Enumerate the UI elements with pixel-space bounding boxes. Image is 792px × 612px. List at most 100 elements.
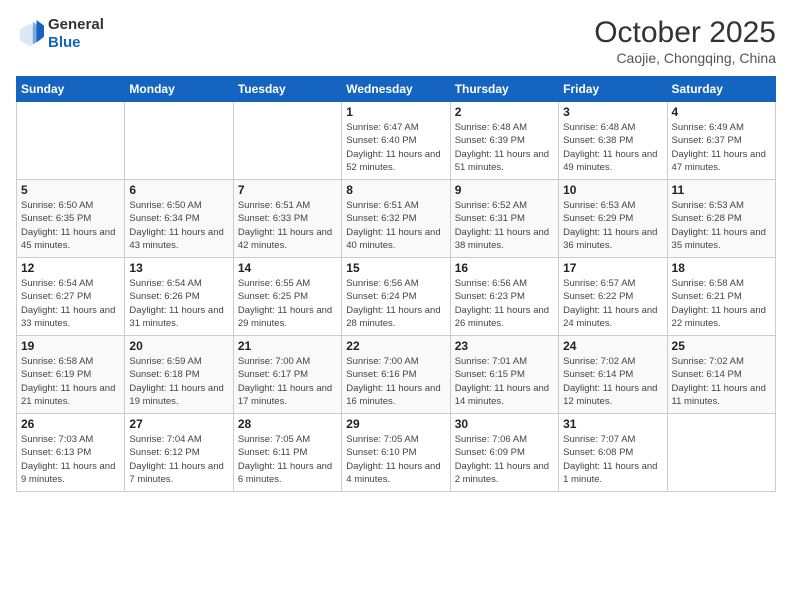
day-cell: 22 Sunrise: 7:00 AM Sunset: 6:16 PM Dayli… — [342, 336, 450, 414]
day-info: Sunrise: 6:50 AM Sunset: 6:34 PM Dayligh… — [129, 199, 228, 252]
day-info: Sunrise: 6:52 AM Sunset: 6:31 PM Dayligh… — [455, 199, 554, 252]
logo: General Blue — [16, 16, 104, 52]
day-number: 6 — [129, 183, 228, 197]
day-cell: 23Sunrise: 7:01 AM Sunset: 6:15 PM Dayli… — [450, 336, 558, 414]
day-number: 12 — [21, 261, 120, 275]
day-cell: 18 Sunrise: 6:58 AM Sunset: 6:21 PM Dayli… — [667, 258, 775, 336]
day-cell: 3 Sunrise: 6:48 AM Sunset: 6:38 PM Daylig… — [559, 102, 667, 180]
calendar-page: General Blue October 2025 Caojie, Chongq… — [0, 0, 792, 612]
day-number: 27 — [129, 417, 228, 431]
week-row-0: 1Sunrise: 6:47 AM Sunset: 6:40 PM Daylig… — [17, 102, 776, 180]
day-cell: 1Sunrise: 6:47 AM Sunset: 6:40 PM Daylig… — [342, 102, 450, 180]
day-info: Sunrise: 7:02 AM Sunset: 6:14 PM Dayligh… — [563, 355, 662, 408]
day-cell: 20 Sunrise: 6:59 AM Sunset: 6:18 PM Dayli… — [125, 336, 233, 414]
week-row-4: 26 Sunrise: 7:03 AM Sunset: 6:13 PM Dayli… — [17, 414, 776, 492]
subtitle: Caojie, Chongqing, China — [594, 50, 776, 66]
day-number: 20 — [129, 339, 228, 353]
day-info: Sunrise: 6:53 AM Sunset: 6:28 PM Dayligh… — [672, 199, 771, 252]
day-number: 22 — [346, 339, 445, 353]
calendar-header: SundayMondayTuesdayWednesdayThursdayFrid… — [17, 77, 776, 102]
day-cell: 4Sunrise: 6:49 AM Sunset: 6:37 PM Daylig… — [667, 102, 775, 180]
logo-icon — [16, 20, 44, 48]
day-info: Sunrise: 6:49 AM Sunset: 6:37 PM Dayligh… — [672, 121, 771, 174]
day-number: 17 — [563, 261, 662, 275]
day-info: Sunrise: 6:59 AM Sunset: 6:18 PM Dayligh… — [129, 355, 228, 408]
day-number: 14 — [238, 261, 337, 275]
week-row-2: 12 Sunrise: 6:54 AM Sunset: 6:27 PM Dayli… — [17, 258, 776, 336]
day-header-thursday: Thursday — [450, 77, 558, 102]
day-number: 30 — [455, 417, 554, 431]
day-info: Sunrise: 7:03 AM Sunset: 6:13 PM Dayligh… — [21, 433, 120, 486]
calendar-table: SundayMondayTuesdayWednesdayThursdayFrid… — [16, 76, 776, 492]
day-info: Sunrise: 7:06 AM Sunset: 6:09 PM Dayligh… — [455, 433, 554, 486]
day-cell: 24 Sunrise: 7:02 AM Sunset: 6:14 PM Dayli… — [559, 336, 667, 414]
day-number: 10 — [563, 183, 662, 197]
day-info: Sunrise: 6:50 AM Sunset: 6:35 PM Dayligh… — [21, 199, 120, 252]
day-info: Sunrise: 6:51 AM Sunset: 6:33 PM Dayligh… — [238, 199, 337, 252]
week-row-1: 5 Sunrise: 6:50 AM Sunset: 6:35 PM Daylig… — [17, 180, 776, 258]
day-number: 2 — [455, 105, 554, 119]
day-info: Sunrise: 7:05 AM Sunset: 6:11 PM Dayligh… — [238, 433, 337, 486]
day-number: 28 — [238, 417, 337, 431]
day-info: Sunrise: 6:53 AM Sunset: 6:29 PM Dayligh… — [563, 199, 662, 252]
day-info: Sunrise: 7:05 AM Sunset: 6:10 PM Dayligh… — [346, 433, 445, 486]
day-number: 7 — [238, 183, 337, 197]
day-info: Sunrise: 6:51 AM Sunset: 6:32 PM Dayligh… — [346, 199, 445, 252]
day-cell: 6 Sunrise: 6:50 AM Sunset: 6:34 PM Daylig… — [125, 180, 233, 258]
day-cell: 2 Sunrise: 6:48 AM Sunset: 6:39 PM Daylig… — [450, 102, 558, 180]
day-cell: 28 Sunrise: 7:05 AM Sunset: 6:11 PM Dayli… — [233, 414, 341, 492]
day-number: 24 — [563, 339, 662, 353]
day-number: 16 — [455, 261, 554, 275]
day-info: Sunrise: 7:04 AM Sunset: 6:12 PM Dayligh… — [129, 433, 228, 486]
day-number: 15 — [346, 261, 445, 275]
day-cell: 29Sunrise: 7:05 AM Sunset: 6:10 PM Dayli… — [342, 414, 450, 492]
day-cell — [125, 102, 233, 180]
day-cell: 7 Sunrise: 6:51 AM Sunset: 6:33 PM Daylig… — [233, 180, 341, 258]
day-number: 11 — [672, 183, 771, 197]
day-info: Sunrise: 7:00 AM Sunset: 6:17 PM Dayligh… — [238, 355, 337, 408]
day-cell: 15 Sunrise: 6:56 AM Sunset: 6:24 PM Dayli… — [342, 258, 450, 336]
day-cell: 21 Sunrise: 7:00 AM Sunset: 6:17 PM Dayli… — [233, 336, 341, 414]
day-cell: 11 Sunrise: 6:53 AM Sunset: 6:28 PM Dayli… — [667, 180, 775, 258]
day-number: 18 — [672, 261, 771, 275]
day-number: 3 — [563, 105, 662, 119]
day-header-monday: Monday — [125, 77, 233, 102]
month-title: October 2025 — [594, 16, 776, 50]
calendar-body: 1Sunrise: 6:47 AM Sunset: 6:40 PM Daylig… — [17, 102, 776, 492]
day-info: Sunrise: 6:56 AM Sunset: 6:24 PM Dayligh… — [346, 277, 445, 330]
title-block: October 2025 Caojie, Chongqing, China — [594, 16, 776, 66]
day-header-tuesday: Tuesday — [233, 77, 341, 102]
day-cell: 26 Sunrise: 7:03 AM Sunset: 6:13 PM Dayli… — [17, 414, 125, 492]
day-info: Sunrise: 7:00 AM Sunset: 6:16 PM Dayligh… — [346, 355, 445, 408]
day-header-wednesday: Wednesday — [342, 77, 450, 102]
logo-line2: Blue — [48, 34, 104, 52]
day-info: Sunrise: 7:01 AM Sunset: 6:15 PM Dayligh… — [455, 355, 554, 408]
day-number: 25 — [672, 339, 771, 353]
day-cell: 17Sunrise: 6:57 AM Sunset: 6:22 PM Dayli… — [559, 258, 667, 336]
day-info: Sunrise: 6:55 AM Sunset: 6:25 PM Dayligh… — [238, 277, 337, 330]
day-cell — [17, 102, 125, 180]
day-number: 21 — [238, 339, 337, 353]
week-row-3: 19Sunrise: 6:58 AM Sunset: 6:19 PM Dayli… — [17, 336, 776, 414]
day-number: 5 — [21, 183, 120, 197]
day-header-friday: Friday — [559, 77, 667, 102]
header: General Blue October 2025 Caojie, Chongq… — [16, 16, 776, 66]
day-cell — [233, 102, 341, 180]
day-number: 8 — [346, 183, 445, 197]
day-number: 26 — [21, 417, 120, 431]
day-info: Sunrise: 6:48 AM Sunset: 6:39 PM Dayligh… — [455, 121, 554, 174]
day-cell: 13Sunrise: 6:54 AM Sunset: 6:26 PM Dayli… — [125, 258, 233, 336]
day-info: Sunrise: 6:54 AM Sunset: 6:27 PM Dayligh… — [21, 277, 120, 330]
day-info: Sunrise: 6:58 AM Sunset: 6:21 PM Dayligh… — [672, 277, 771, 330]
day-info: Sunrise: 7:02 AM Sunset: 6:14 PM Dayligh… — [672, 355, 771, 408]
day-cell: 14 Sunrise: 6:55 AM Sunset: 6:25 PM Dayli… — [233, 258, 341, 336]
day-cell: 27 Sunrise: 7:04 AM Sunset: 6:12 PM Dayli… — [125, 414, 233, 492]
day-info: Sunrise: 6:48 AM Sunset: 6:38 PM Dayligh… — [563, 121, 662, 174]
day-headers-row: SundayMondayTuesdayWednesdayThursdayFrid… — [17, 77, 776, 102]
day-cell: 10 Sunrise: 6:53 AM Sunset: 6:29 PM Dayli… — [559, 180, 667, 258]
day-cell: 16Sunrise: 6:56 AM Sunset: 6:23 PM Dayli… — [450, 258, 558, 336]
day-number: 31 — [563, 417, 662, 431]
logo-text: General Blue — [48, 16, 104, 52]
day-header-saturday: Saturday — [667, 77, 775, 102]
day-info: Sunrise: 6:54 AM Sunset: 6:26 PM Dayligh… — [129, 277, 228, 330]
